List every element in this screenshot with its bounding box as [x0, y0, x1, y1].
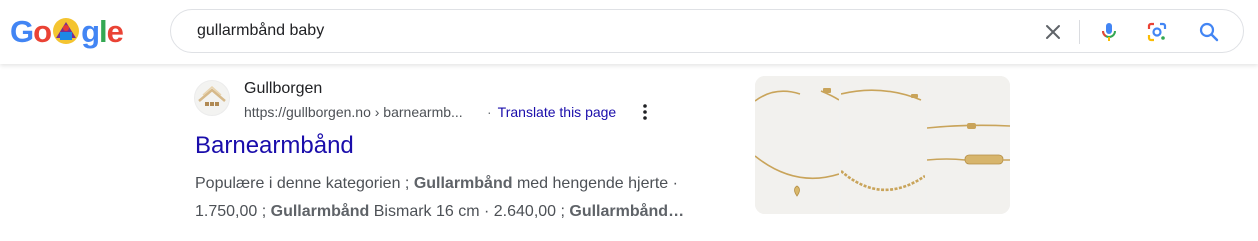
search-icon[interactable] [1197, 20, 1221, 44]
site-favicon[interactable] [194, 80, 230, 116]
translate-row: · Translate this page [487, 103, 616, 121]
site-url[interactable]: https://gullborgen.no › barnearmb... [244, 103, 463, 121]
snippet-text: 1.750,00 ; [195, 203, 271, 220]
thumbnail-name-plate-bracelet[interactable] [927, 76, 1010, 214]
mic-icon[interactable] [1097, 20, 1121, 44]
snippet-text: Populære i denne kategorien ; [195, 175, 414, 192]
thumbnail-heart-bracelet[interactable] [755, 76, 839, 214]
search-input[interactable] [197, 10, 1017, 52]
lens-icon[interactable] [1145, 20, 1169, 44]
snippet-keyword: Gullarmbånd [270, 203, 370, 220]
result-thumbnails [755, 76, 1010, 214]
thumbnail-chain-bracelet[interactable] [841, 76, 925, 214]
google-logo-wordmark: Go gle [10, 14, 124, 49]
snippet-text: med hengende hjerte · [512, 175, 678, 192]
search-box [170, 9, 1244, 53]
result-title-link[interactable]: Barnearmbånd [195, 131, 354, 161]
snippet-line-2: 1.750,00 ; Gullarmbånd Bismark 16 cm · 2… [195, 198, 735, 226]
snippet-text: Bismark 16 cm · 2.640,00 ; [369, 203, 570, 220]
doodle-icon [53, 18, 80, 44]
site-name[interactable]: Gullborgen [244, 79, 322, 99]
more-vert-icon[interactable] [636, 102, 654, 122]
snippet-keyword: Gullarmbånd… [569, 203, 685, 220]
google-logo[interactable]: Go gle [10, 13, 130, 53]
translate-link[interactable]: Translate this page [498, 104, 617, 120]
gullborgen-logo-icon [198, 85, 226, 106]
search-box-divider [1079, 20, 1080, 44]
header-bar: Go gle [0, 0, 1258, 64]
url-separator: · [487, 104, 492, 120]
result-snippet: Populære i denne kategorien ; Gullarmbån… [195, 170, 735, 226]
snippet-line-1: Populære i denne kategorien ; Gullarmbån… [195, 170, 735, 198]
close-icon[interactable] [1041, 20, 1065, 44]
snippet-keyword: Gullarmbånd [413, 175, 513, 192]
